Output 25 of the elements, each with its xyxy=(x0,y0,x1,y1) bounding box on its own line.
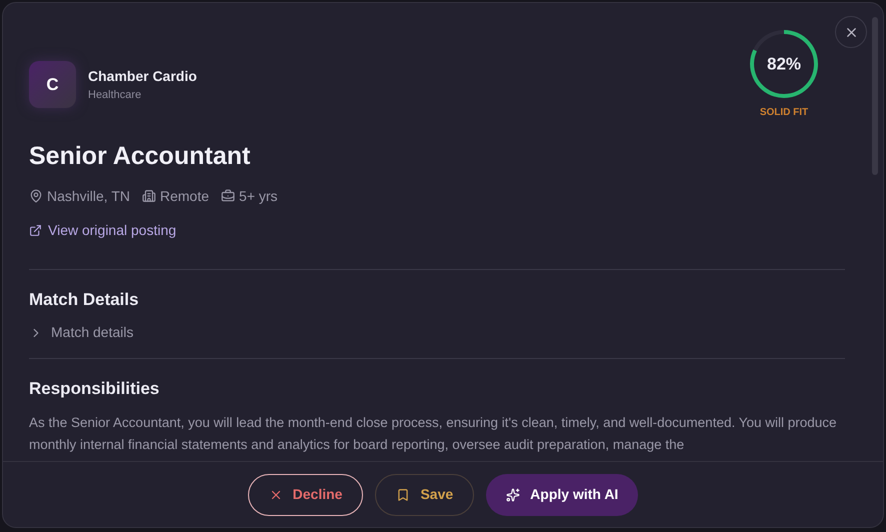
job-meta: Nashville, TN xyxy=(47,186,130,206)
match-details-toggle[interactable]: Match details xyxy=(29,322,134,343)
fit-label: SOLID FIT xyxy=(760,106,808,120)
job-title: Senior Accountant xyxy=(29,141,252,172)
score-ring-track xyxy=(753,30,784,52)
save-button[interactable]: Save xyxy=(375,474,474,516)
job-meta: Remote xyxy=(160,186,210,206)
company-industry: Healthcare xyxy=(88,88,142,103)
company-name: Chamber Cardio xyxy=(88,66,197,86)
apply-button[interactable]: Apply with AI xyxy=(486,474,638,516)
briefcase-icon xyxy=(221,189,236,203)
pin-icon xyxy=(29,189,43,203)
section-heading: Responsibilities xyxy=(29,378,160,400)
building-icon xyxy=(142,189,156,203)
external-link-icon xyxy=(29,224,42,236)
company-logo: C xyxy=(29,61,76,108)
bookmark-icon xyxy=(396,488,410,502)
score-value: 82% xyxy=(766,53,802,76)
close-button[interactable] xyxy=(835,16,867,48)
decline-button[interactable]: Decline xyxy=(248,474,364,516)
original-posting-link[interactable]: View original posting xyxy=(29,220,176,240)
section-heading: Match Details xyxy=(29,288,140,310)
job-meta: 5+ yrs xyxy=(239,186,278,206)
responsibilities-text: As the Senior Accountant, you will lead the month-end close process, ensuring it's clean, timely, and well-documented. You will produce monthly internal financial statements and analytics for board reporting, oversee audit preparation, manage the xyxy=(29,414,838,454)
sparkles-icon xyxy=(506,488,520,502)
